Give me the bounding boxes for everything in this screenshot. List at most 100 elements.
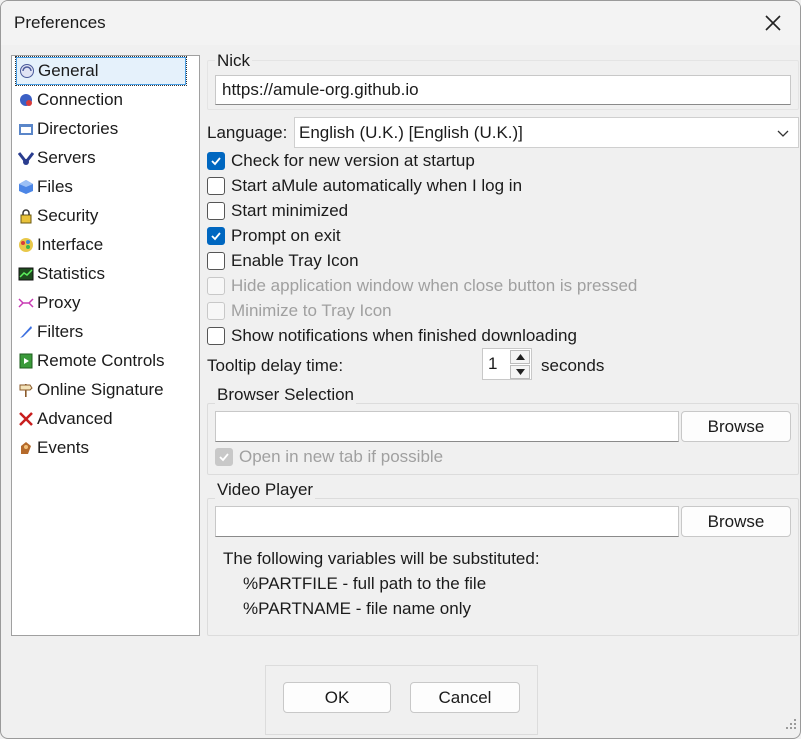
sidebar-item-proxy[interactable]: Proxy (16, 290, 80, 316)
sidebar-item-security[interactable]: Security (16, 203, 98, 229)
sidebar-item-label: Advanced (37, 409, 113, 428)
video-browse-button[interactable]: Browse (681, 506, 791, 537)
events-icon (18, 440, 34, 456)
minimize-to-tray-checkbox[interactable]: Minimize to Tray Icon (207, 299, 392, 323)
category-list[interactable]: General Connection Directories Servers F… (11, 55, 200, 636)
checkbox-box (207, 252, 225, 270)
tooltip-delay-spinner[interactable]: 1 (482, 348, 532, 380)
sidebar-item-files[interactable]: Files (16, 174, 73, 200)
checkbox-box (207, 202, 225, 220)
show-notifications-checkbox[interactable]: Show notifications when finished downloa… (207, 324, 577, 348)
checkbox-label: Start minimized (231, 201, 349, 220)
statistics-icon (18, 266, 34, 282)
language-value: English (U.K.) [English (U.K.)] (299, 122, 523, 142)
sidebar-item-remote-controls[interactable]: Remote Controls (16, 348, 165, 374)
files-icon (18, 179, 34, 195)
sidebar-item-label: General (38, 61, 99, 80)
lock-icon (18, 208, 34, 224)
close-icon (762, 12, 784, 34)
sidebar-item-directories[interactable]: Directories (16, 116, 118, 142)
checkbox-box (207, 152, 225, 170)
sidebar-item-online-signature[interactable]: Online Signature (16, 377, 164, 403)
checkbox-box (207, 227, 225, 245)
spin-up-button[interactable] (510, 350, 530, 364)
chevron-down-icon (776, 125, 790, 145)
directories-icon (18, 121, 34, 137)
preferences-window: Preferences General Connection Directori… (0, 0, 801, 739)
checkbox-label: Open in new tab if possible (239, 447, 444, 466)
video-player-path-input[interactable] (215, 506, 679, 537)
spin-down-button[interactable] (510, 365, 530, 379)
sidebar-item-connection[interactable]: Connection (16, 87, 123, 113)
checkbox-label: Check for new version at startup (231, 151, 475, 170)
sidebar-item-label: Files (37, 177, 73, 196)
checkbox-label: Start aMule automatically when I log in (231, 176, 523, 195)
browser-browse-button[interactable]: Browse (681, 411, 791, 442)
start-minimized-checkbox[interactable]: Start minimized (207, 199, 348, 223)
open-new-tab-checkbox[interactable]: Open in new tab if possible (215, 445, 443, 469)
checkbox-label: Prompt on exit (231, 226, 341, 245)
sidebar-item-label: Connection (37, 90, 124, 109)
connection-icon (18, 92, 34, 108)
language-label: Language: (207, 123, 288, 142)
servers-icon (18, 150, 34, 166)
advanced-icon (18, 411, 34, 427)
sidebar-item-label: Events (37, 438, 89, 457)
general-icon (19, 63, 35, 79)
checkbox-label: Enable Tray Icon (231, 251, 359, 270)
checkbox-box (207, 327, 225, 345)
checkbox-label: Hide application window when close butto… (231, 276, 638, 295)
language-select[interactable]: English (U.K.) [English (U.K.)] (294, 117, 799, 148)
filters-icon (18, 324, 34, 340)
sidebar-item-advanced[interactable]: Advanced (16, 406, 113, 432)
variables-info-line: %PARTFILE - full path to the file (243, 574, 487, 593)
ok-button[interactable]: OK (283, 682, 391, 713)
variables-info-line: The following variables will be substitu… (223, 549, 540, 568)
nick-input[interactable]: https://amule-org.github.io (215, 75, 791, 105)
title-bar: Preferences (1, 1, 800, 45)
signpost-icon (18, 382, 34, 398)
sidebar-item-interface[interactable]: Interface (16, 232, 103, 258)
sidebar-item-general[interactable]: General (15, 56, 187, 86)
sidebar-item-statistics[interactable]: Statistics (16, 261, 105, 287)
nick-label: Nick (215, 51, 253, 71)
sidebar-item-filters[interactable]: Filters (16, 319, 83, 345)
enable-tray-icon-checkbox[interactable]: Enable Tray Icon (207, 249, 359, 273)
proxy-icon (18, 295, 34, 311)
checkbox-box (207, 277, 225, 295)
check-new-version-checkbox[interactable]: Check for new version at startup (207, 149, 475, 173)
sidebar-item-events[interactable]: Events (16, 435, 89, 461)
checkbox-box (207, 302, 225, 320)
video-player-title: Video Player (215, 480, 316, 500)
window-title: Preferences (14, 13, 106, 32)
resize-grip-icon[interactable] (785, 715, 797, 735)
browser-path-input[interactable] (215, 411, 679, 442)
interface-icon (18, 237, 34, 253)
tooltip-delay-label: Tooltip delay time: (207, 356, 344, 375)
sidebar-item-label: Online Signature (37, 380, 164, 399)
checkbox-box (207, 177, 225, 195)
start-automatically-checkbox[interactable]: Start aMule automatically when I log in (207, 174, 522, 198)
checkbox-label: Minimize to Tray Icon (231, 301, 392, 320)
hide-window-on-close-checkbox[interactable]: Hide application window when close butto… (207, 274, 637, 298)
sidebar-item-label: Remote Controls (37, 351, 165, 370)
sidebar-item-servers[interactable]: Servers (16, 145, 96, 171)
dialog-button-area: OK Cancel (265, 665, 538, 735)
sidebar-item-label: Servers (37, 148, 96, 167)
sidebar-item-label: Proxy (37, 293, 81, 312)
prompt-on-exit-checkbox[interactable]: Prompt on exit (207, 224, 341, 248)
checkbox-box (215, 448, 233, 466)
tooltip-unit-label: seconds (541, 356, 605, 375)
sidebar-item-label: Statistics (37, 264, 106, 283)
sidebar-item-label: Interface (37, 235, 104, 254)
variables-info-line: %PARTNAME - file name only (243, 599, 471, 618)
close-button[interactable] (762, 12, 784, 34)
tooltip-delay-value: 1 (488, 354, 498, 373)
general-settings-panel: Nick https://amule-org.github.io Languag… (207, 51, 799, 636)
remote-controls-icon (18, 353, 34, 369)
arrow-down-icon (515, 369, 525, 375)
arrow-up-icon (515, 354, 525, 360)
sidebar-item-label: Security (37, 206, 99, 225)
cancel-button[interactable]: Cancel (410, 682, 520, 713)
checkbox-label: Show notifications when finished downloa… (231, 326, 577, 345)
